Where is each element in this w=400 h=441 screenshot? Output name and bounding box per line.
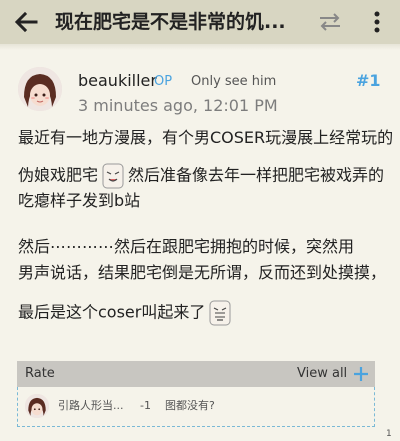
post-text: 最后是这个coser叫起来了	[18, 302, 206, 322]
emoticon-icon	[209, 300, 231, 326]
thread-title: 现在肥宅是不是非常的饥...	[55, 11, 286, 33]
rater-avatar[interactable]	[25, 394, 49, 418]
post-username[interactable]: beaukiller	[78, 71, 157, 91]
rate-entry: 引路人形当... -1 图都没有?	[17, 387, 375, 427]
view-all-link[interactable]: View all	[297, 365, 347, 383]
post-text: 然后准备像去年一样把肥宅被戏弄的	[128, 165, 385, 185]
post-line-3: 吃瘪样子发到b站	[18, 191, 141, 210]
topbar-shadow	[0, 44, 400, 50]
top-app-bar: 现在肥宅是不是非常的饥...	[0, 0, 400, 44]
post-line-1: 最近有一地方漫展，有个男COSER玩漫展上经常玩的	[18, 128, 394, 147]
avatar-image-icon	[25, 394, 49, 418]
emoticon-icon	[102, 163, 124, 189]
post-line-6: 最后是这个coser叫起来了	[18, 300, 235, 326]
more-options-icon[interactable]	[365, 8, 389, 36]
only-see-him-link[interactable]: Only see him	[191, 73, 276, 91]
avatar-image-icon	[18, 67, 62, 111]
op-badge: OP	[154, 74, 173, 89]
swap-arrows-icon[interactable]	[316, 10, 344, 34]
post-time: 3 minutes ago, 12:01 PM	[78, 96, 278, 115]
post-line-2: 伪娘戏肥宅 然后准备像去年一样把肥宅被戏弄的	[18, 163, 384, 189]
floor-number: #1	[356, 71, 381, 90]
avatar[interactable]	[18, 67, 62, 111]
back-arrow-icon[interactable]	[10, 6, 42, 38]
post-text: 伪娘戏肥宅	[18, 165, 99, 185]
post-line-4: 然后⋯⋯⋯⋯然后在跟肥宅拥抱的时候，突然用	[18, 237, 355, 256]
post-line-5: 男声说话，结果肥宅倒是无所谓，反而还到处摸摸，	[18, 263, 387, 282]
rate-score: -1	[140, 399, 151, 412]
add-rate-plus-icon[interactable]	[351, 364, 371, 384]
rate-header: Rate View all	[17, 361, 375, 387]
rater-name[interactable]: 引路人形当...	[58, 398, 124, 414]
rate-reason: 图都没有?	[165, 399, 215, 412]
rate-label: Rate	[25, 366, 55, 381]
page-indicator: 1	[386, 429, 392, 439]
